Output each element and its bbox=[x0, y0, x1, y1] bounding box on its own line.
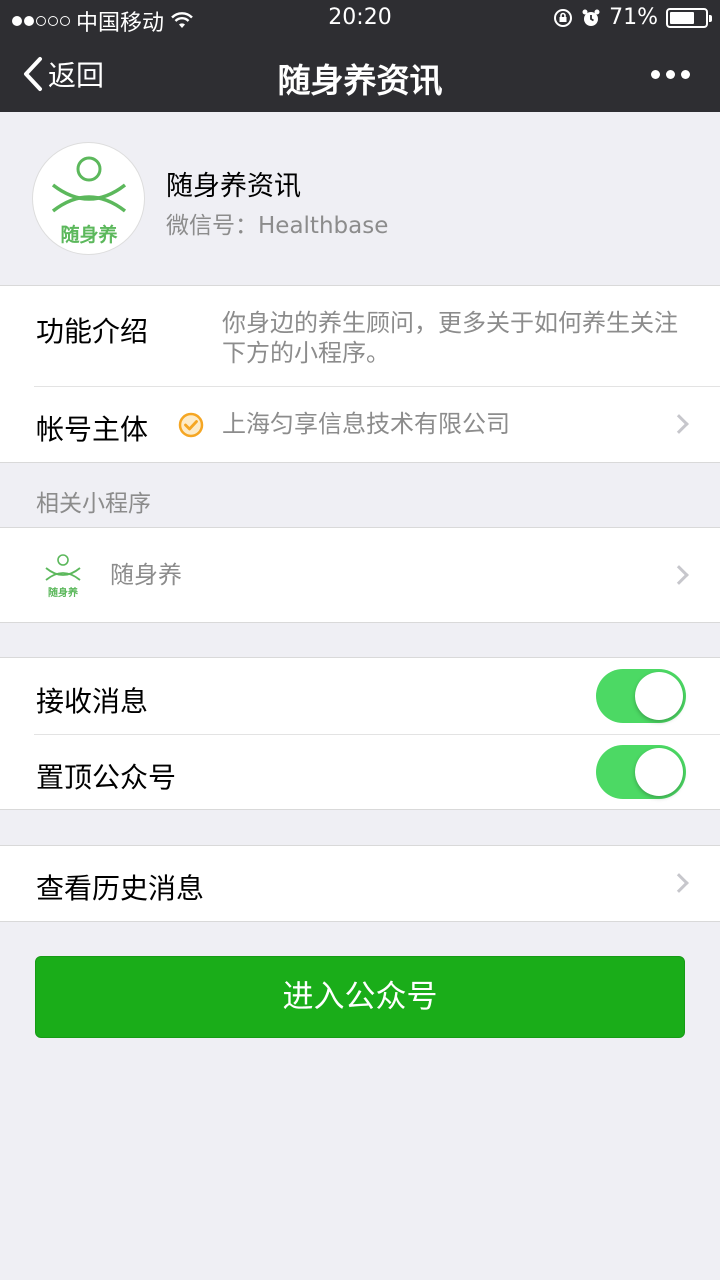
owner-row[interactable]: 帐号主体 上海匀享信息技术有限公司 bbox=[0, 386, 720, 462]
history-label: 查看历史消息 bbox=[36, 872, 205, 905]
intro-row: 功能介绍 你身边的养生顾问，更多关于如何养生关注下方的小程序。 bbox=[0, 286, 720, 386]
owner-value: 上海匀享信息技术有限公司 bbox=[222, 410, 510, 438]
account-avatar: 随身养 bbox=[32, 142, 145, 255]
settings-group: 接收消息 置顶公众号 bbox=[0, 657, 720, 810]
receive-messages-row: 接收消息 bbox=[0, 658, 720, 734]
toggle-knob bbox=[635, 748, 683, 796]
enter-account-button[interactable]: 进入公众号 bbox=[35, 956, 685, 1038]
mini-programs-group: 随身养 随身养 bbox=[0, 527, 720, 623]
chevron-right-icon bbox=[669, 873, 689, 893]
mini-program-name: 随身养 bbox=[110, 561, 182, 589]
verified-check-icon bbox=[178, 412, 204, 438]
chevron-right-icon bbox=[669, 414, 689, 434]
health-logo-icon: 随身养 bbox=[51, 156, 127, 246]
nav-bar: 返回 随身养资讯 bbox=[0, 36, 720, 112]
receive-messages-toggle[interactable] bbox=[596, 669, 686, 723]
owner-label: 帐号主体 bbox=[36, 413, 149, 446]
history-group: 查看历史消息 bbox=[0, 845, 720, 922]
battery-level bbox=[670, 11, 695, 24]
profile-header: 随身养 随身养资讯 微信号：Healthbase bbox=[0, 112, 720, 285]
logo-text: 随身养 bbox=[60, 223, 117, 246]
orientation-lock-icon bbox=[554, 8, 573, 27]
history-row[interactable]: 查看历史消息 bbox=[0, 846, 720, 921]
alarm-icon bbox=[582, 9, 600, 26]
chevron-right-icon bbox=[669, 565, 689, 585]
more-dots-icon[interactable] bbox=[651, 70, 690, 79]
page-title: 随身养资讯 bbox=[277, 61, 443, 100]
mini-program-logo-text: 随身养 bbox=[48, 586, 79, 599]
battery-percent: 71% bbox=[609, 5, 658, 30]
intro-label: 功能介绍 bbox=[36, 315, 149, 348]
status-right: 71% bbox=[553, 5, 712, 30]
pin-account-row: 置顶公众号 bbox=[0, 734, 720, 810]
battery-icon bbox=[666, 7, 712, 28]
mini-program-item[interactable]: 随身养 随身养 bbox=[0, 528, 720, 622]
pin-account-label: 置顶公众号 bbox=[36, 761, 177, 794]
receive-messages-label: 接收消息 bbox=[36, 685, 149, 718]
info-group: 功能介绍 你身边的养生顾问，更多关于如何养生关注下方的小程序。 帐号主体 上海匀… bbox=[0, 285, 720, 463]
status-bar: 中国移动 20:20 71% bbox=[0, 0, 720, 36]
pin-account-toggle[interactable] bbox=[596, 745, 686, 799]
mini-program-logo-icon: 随身养 bbox=[45, 554, 81, 599]
wechat-id: 微信号：Healthbase bbox=[166, 213, 389, 239]
account-name: 随身养资讯 bbox=[166, 171, 301, 202]
intro-value: 你身边的养生顾问，更多关于如何养生关注下方的小程序。 bbox=[222, 309, 678, 367]
mini-programs-header: 相关小程序 bbox=[36, 491, 151, 517]
toggle-knob bbox=[635, 672, 683, 720]
